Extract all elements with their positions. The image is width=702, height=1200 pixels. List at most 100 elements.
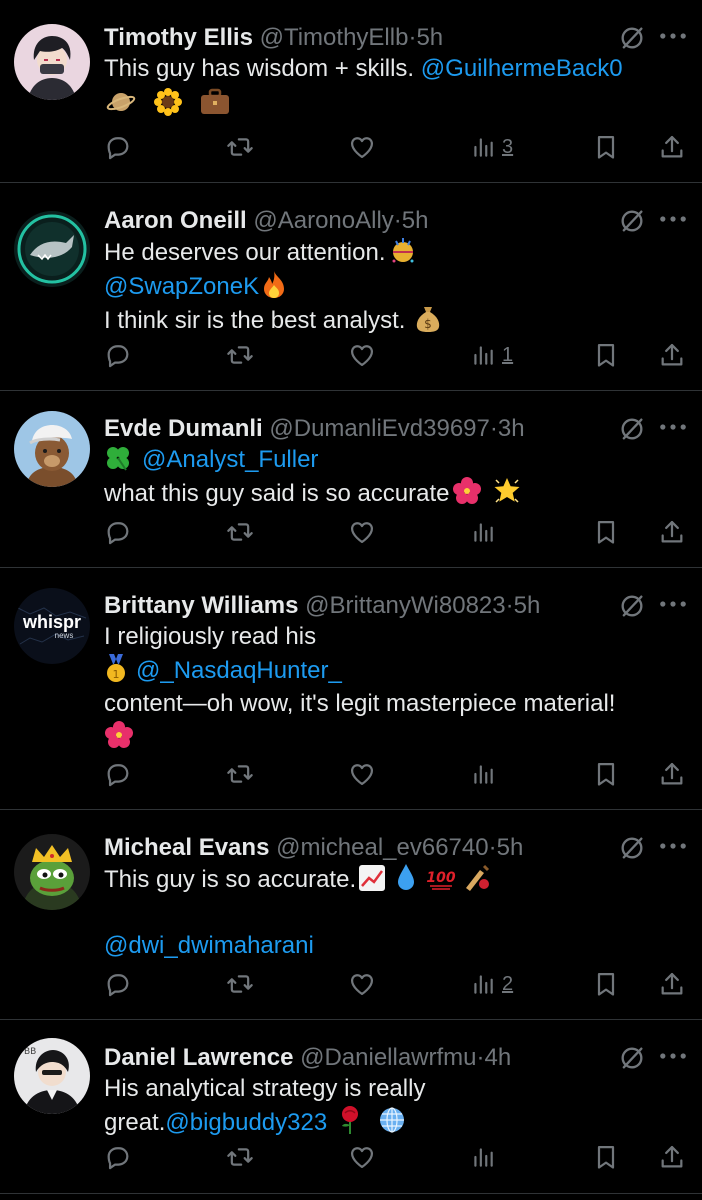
- timestamp[interactable]: 5h: [402, 207, 429, 234]
- share-button[interactable]: [658, 1141, 686, 1173]
- user-handle[interactable]: @Daniellawrfmu: [300, 1044, 476, 1071]
- share-button[interactable]: [658, 968, 686, 1000]
- display-name[interactable]: Aaron Oneill: [104, 207, 247, 234]
- views-button[interactable]: [470, 1141, 502, 1173]
- display-name[interactable]: Micheal Evans: [104, 834, 269, 861]
- text-segment: I think sir is the best analyst.: [104, 307, 413, 334]
- display-name[interactable]: Daniel Lawrence: [104, 1044, 293, 1071]
- more-options-icon[interactable]: [656, 832, 690, 860]
- like-button[interactable]: [348, 1141, 376, 1173]
- mention-link[interactable]: @dwi_dwimaharani: [104, 932, 314, 959]
- mention-link[interactable]: @SwapZoneK: [104, 273, 259, 300]
- more-options-icon[interactable]: [656, 1042, 690, 1070]
- bookmark-button[interactable]: [592, 516, 620, 548]
- views-icon: [470, 134, 496, 160]
- avatar[interactable]: [14, 24, 90, 100]
- timestamp[interactable]: 5h: [514, 592, 541, 619]
- reply-button[interactable]: [104, 968, 132, 1000]
- fire-emoji: [261, 269, 287, 299]
- views-icon: [470, 1144, 496, 1170]
- views-button[interactable]: 3: [470, 131, 513, 163]
- timestamp[interactable]: 4h: [485, 1044, 512, 1071]
- tweet-card[interactable]: whispr news Brittany Williams @BrittanyW…: [0, 568, 702, 810]
- mention-link[interactable]: @Analyst_Fuller: [142, 446, 318, 473]
- bookmark-button[interactable]: [592, 758, 620, 790]
- like-button[interactable]: [348, 131, 376, 163]
- share-icon: [658, 760, 686, 788]
- share-button[interactable]: [658, 758, 686, 790]
- repost-button[interactable]: [226, 1141, 254, 1173]
- repost-button[interactable]: [226, 968, 254, 1000]
- share-button[interactable]: [658, 131, 686, 163]
- tweet-card[interactable]: Evde Dumanli @DumanliEvd39697·3h @Analys…: [0, 391, 702, 568]
- display-name[interactable]: Evde Dumanli: [104, 415, 263, 442]
- grok-icon[interactable]: [618, 24, 646, 52]
- more-options-icon[interactable]: [656, 22, 690, 50]
- bookmark-icon: [592, 1143, 620, 1171]
- user-handle[interactable]: @TimothyEllb: [260, 24, 409, 51]
- bookmark-button[interactable]: [592, 968, 620, 1000]
- grok-icon[interactable]: [618, 207, 646, 235]
- grok-icon[interactable]: [618, 1044, 646, 1072]
- views-button[interactable]: 1: [470, 339, 513, 371]
- tweet-card[interactable]: BB Daniel Lawrence @Daniellawrfmu·4h His…: [0, 1020, 702, 1194]
- text-line: I think sir is the best analyst. $: [104, 303, 694, 337]
- reply-button[interactable]: [104, 758, 132, 790]
- grok-icon[interactable]: [618, 415, 646, 443]
- bookmark-button[interactable]: [592, 131, 620, 163]
- grok-icon[interactable]: [618, 834, 646, 862]
- tweet-card[interactable]: Aaron Oneill @AaronoAlly·5h He deserves …: [0, 183, 702, 391]
- reply-button[interactable]: [104, 516, 132, 548]
- avatar[interactable]: [14, 411, 90, 487]
- views-button[interactable]: [470, 516, 502, 548]
- hundred-points-emoji: 100: [426, 862, 456, 892]
- avatar[interactable]: [14, 834, 90, 910]
- avatar-logo-subtext: news: [55, 631, 74, 640]
- timestamp[interactable]: 3h: [498, 415, 525, 442]
- more-options-icon[interactable]: [656, 413, 690, 441]
- repost-button[interactable]: [226, 339, 254, 371]
- four-leaf-clover-emoji: [104, 444, 132, 472]
- more-options-icon[interactable]: [656, 205, 690, 233]
- timestamp[interactable]: 5h: [416, 24, 443, 51]
- user-handle[interactable]: @AaronoAlly: [253, 207, 393, 234]
- share-button[interactable]: [658, 516, 686, 548]
- views-button[interactable]: 2: [470, 968, 513, 1000]
- repost-icon: [226, 760, 254, 788]
- text-segment: This guy has wisdom + skills.: [104, 55, 421, 82]
- repost-button[interactable]: [226, 516, 254, 548]
- reply-button[interactable]: [104, 339, 132, 371]
- avatar[interactable]: whispr news: [14, 588, 90, 664]
- grok-icon[interactable]: [618, 592, 646, 620]
- like-button[interactable]: [348, 968, 376, 1000]
- repost-button[interactable]: [226, 758, 254, 790]
- mention-link[interactable]: @GuilhermeBack0: [421, 55, 623, 82]
- like-button[interactable]: [348, 758, 376, 790]
- mention-link[interactable]: @_NasdaqHunter_: [136, 657, 342, 684]
- user-handle[interactable]: @BrittanyWi80823: [305, 592, 505, 619]
- bookmark-button[interactable]: [592, 339, 620, 371]
- mention-link[interactable]: @bigbuddy323: [165, 1109, 327, 1136]
- timestamp[interactable]: 5h: [497, 834, 524, 861]
- like-button[interactable]: [348, 516, 376, 548]
- text-line: This guy is so accurate. 100: [104, 862, 694, 896]
- tweet-card[interactable]: Micheal Evans @micheal_ev66740·5h This g…: [0, 810, 702, 1020]
- user-handle[interactable]: @micheal_ev66740: [276, 834, 489, 861]
- display-name[interactable]: Brittany Williams: [104, 592, 299, 619]
- views-button[interactable]: [470, 758, 502, 790]
- display-name[interactable]: Timothy Ellis: [104, 24, 253, 51]
- repost-button[interactable]: [226, 131, 254, 163]
- user-handle[interactable]: @DumanliEvd39697: [269, 415, 490, 442]
- reply-button[interactable]: [104, 1141, 132, 1173]
- share-button[interactable]: [658, 339, 686, 371]
- reply-button[interactable]: [104, 131, 132, 163]
- text-segment: He deserves our attention.: [104, 239, 386, 266]
- avatar[interactable]: BB: [14, 1038, 90, 1114]
- tweet-card[interactable]: Timothy Ellis @TimothyEllb·5h This guy h…: [0, 0, 702, 183]
- like-button[interactable]: [348, 339, 376, 371]
- bookmark-button[interactable]: [592, 1141, 620, 1173]
- avatar[interactable]: [14, 211, 90, 287]
- svg-text:100: 100: [426, 870, 455, 886]
- more-options-icon[interactable]: [656, 590, 690, 618]
- emoji-line: [104, 720, 694, 754]
